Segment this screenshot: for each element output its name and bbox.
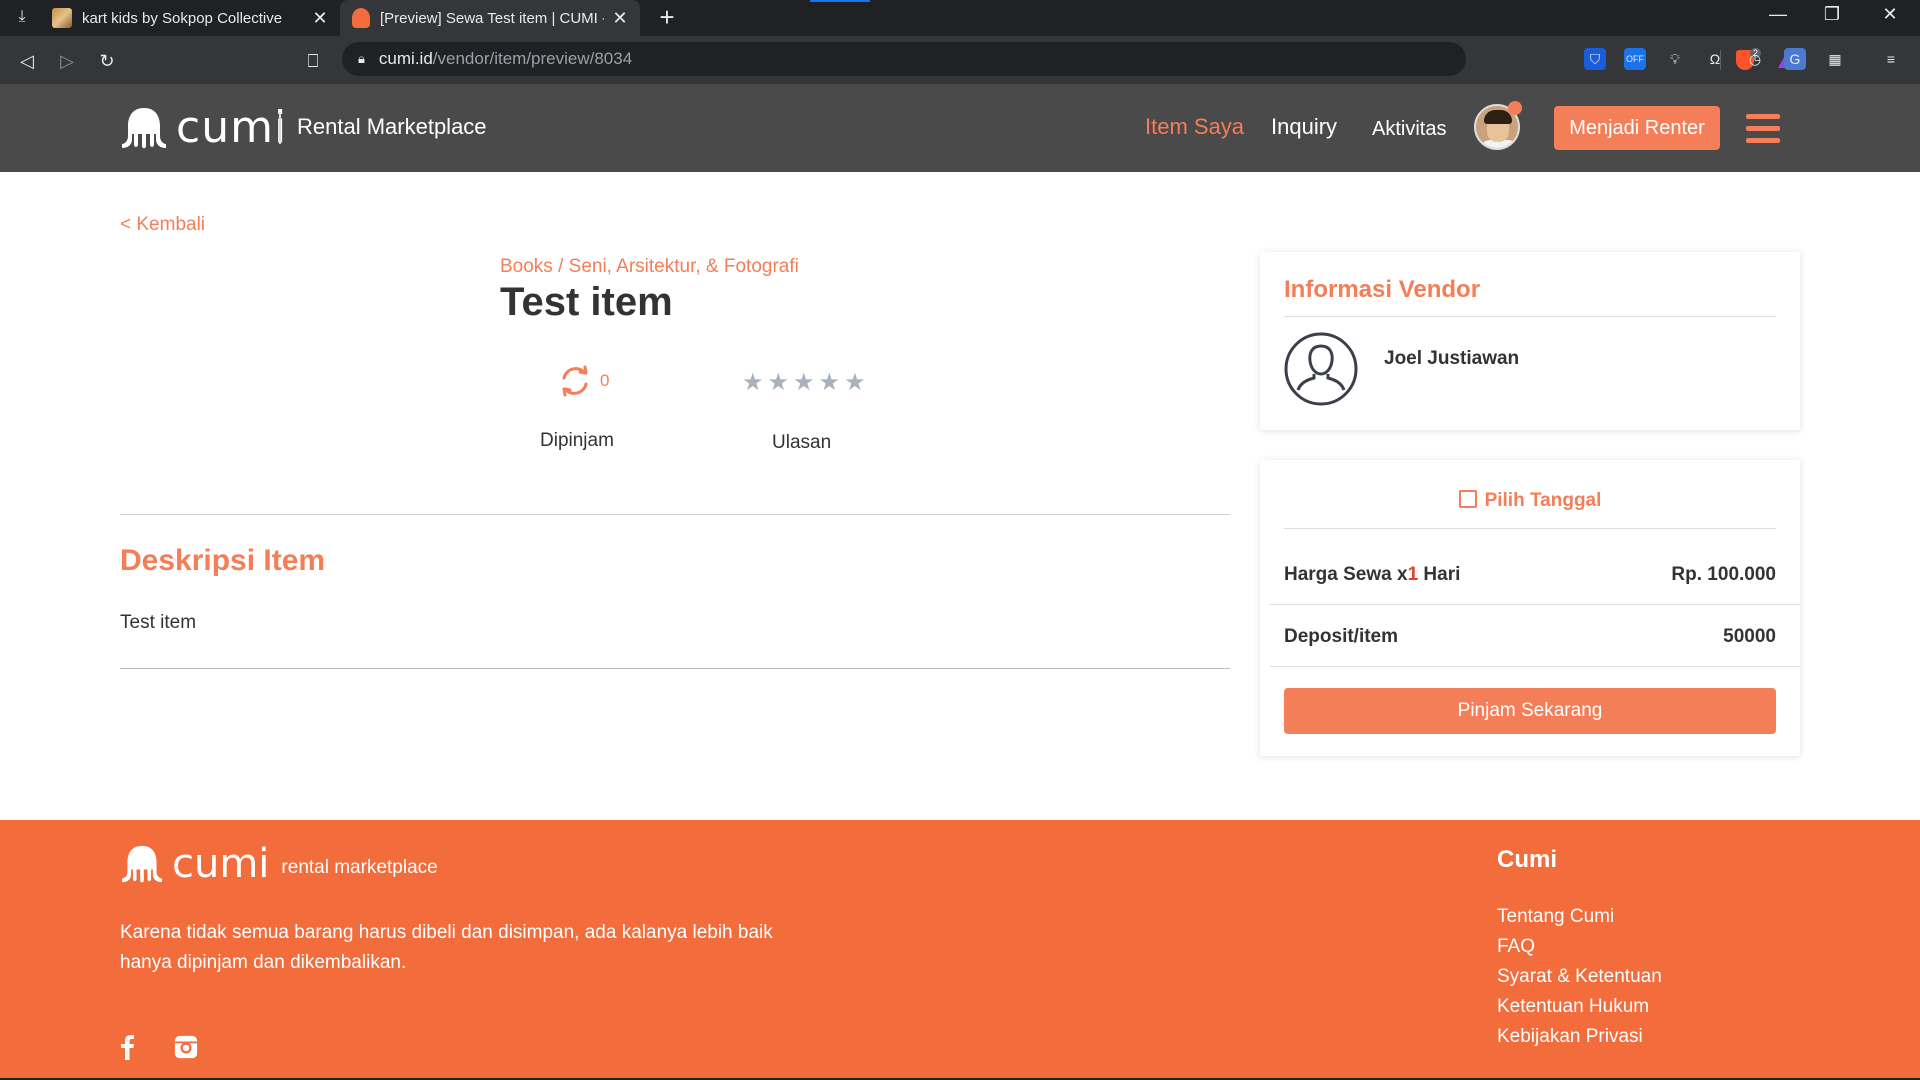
rent-label-prefix: Harga Sewa x (1284, 564, 1408, 585)
footer-description: Karena tidak semua barang harus dibeli d… (120, 922, 773, 973)
divider (1270, 604, 1800, 605)
bitwarden-icon[interactable]: ⛉ (1584, 48, 1606, 70)
nav-item-saya[interactable]: Item Saya (1145, 114, 1244, 140)
octopus-logo-icon (122, 108, 166, 149)
divider (1270, 666, 1800, 667)
footer-tagline: rental marketplace (281, 857, 438, 878)
window-close-icon[interactable]: ✕ (1870, 4, 1910, 25)
nav-inquiry[interactable]: Inquiry (1271, 114, 1337, 140)
address-bar[interactable]: 🔒︎ cumi.id/vendor/item/preview/8034 2 (342, 42, 1798, 76)
octopus-logo-icon (122, 845, 162, 883)
url-host: cumi.id (378, 49, 433, 68)
minimize-icon[interactable]: — (1758, 4, 1798, 25)
rating-stars: ★ ★ ★ ★ ★ (742, 368, 866, 397)
calculator-icon[interactable]: ▦ (1824, 48, 1846, 70)
lock-icon: 🔒︎ (358, 51, 365, 66)
restore-icon[interactable]: ❐ (1812, 4, 1852, 25)
omega-icon[interactable]: Ω (1704, 48, 1726, 70)
footer-column-title: Cumi (1497, 846, 1557, 873)
footer-link-tentang[interactable]: Tentang Cumi (1497, 906, 1614, 928)
tab-close-icon[interactable]: ✕ (612, 8, 628, 29)
star-icon: ★ (844, 369, 866, 396)
browser-menu-icon[interactable]: ≡ (1880, 48, 1902, 70)
tab-title: kart kids by Sokpop Collective (82, 9, 283, 27)
header-subtitle: Rental Marketplace (297, 114, 487, 139)
deposit-value: 50000 (1723, 626, 1776, 647)
borrow-count: 0 (600, 371, 610, 390)
new-tab-icon[interactable]: + (652, 2, 682, 33)
off-badge-icon[interactable]: OFF (1624, 48, 1646, 70)
browser-tab-active[interactable]: [Preview] Sewa Test item | CUMI - R ✕ (340, 0, 640, 36)
footer-link-privasi[interactable]: Kebijakan Privasi (1497, 1026, 1643, 1048)
cumi-logo[interactable]: cumi (120, 106, 287, 150)
star-icon: ★ (793, 369, 815, 396)
user-placeholder-icon[interactable] (1284, 332, 1358, 406)
nav-aktivitas[interactable]: Aktivitas (1372, 118, 1446, 141)
borrow-label: Dipinjam (540, 430, 614, 451)
browser-tab[interactable]: kart kids by Sokpop Collective ✕ (40, 0, 340, 36)
pricing-card: Pilih Tanggal Harga Sewa x1 Hari Rp. 100… (1260, 460, 1800, 756)
rent-label-suffix: Hari (1418, 564, 1461, 585)
footer-link-syarat[interactable]: Syarat & Ketentuan (1497, 966, 1662, 988)
notification-dot (1508, 101, 1522, 115)
forward-icon[interactable]: ▷ (54, 48, 80, 74)
vendor-name[interactable]: Joel Justiawan (1384, 348, 1519, 370)
breadcrumb[interactable]: Books / Seni, Arsitektur, & Fotografi (500, 256, 799, 278)
divider (120, 514, 1230, 515)
reload-icon[interactable]: ↻ (94, 48, 120, 74)
rent-days: 1 (1407, 564, 1419, 585)
deposit-label: Deposit/item (1284, 626, 1399, 647)
hamburger-menu-icon[interactable] (1746, 114, 1780, 144)
back-icon[interactable]: ◁ (14, 48, 40, 74)
become-renter-button[interactable]: Menjadi Renter (1554, 106, 1720, 150)
star-icon: ★ (767, 369, 790, 396)
footer-link-faq[interactable]: FAQ (1497, 936, 1535, 958)
review-label: Ulasan (772, 432, 832, 453)
footer-logo[interactable]: cumi rental marketplace (120, 844, 438, 884)
bookmark-icon[interactable]: ⎕ (300, 48, 326, 74)
vendor-card: Informasi Vendor Joel Justiawan (1260, 252, 1800, 430)
tab-close-icon[interactable]: ✕ (312, 8, 328, 29)
page-title: Test item (500, 280, 673, 324)
browser-tab-bar: ⤓ kart kids by Sokpop Collective ✕ [Prev… (0, 0, 1920, 36)
divider (1284, 316, 1776, 317)
footer-link-hukum[interactable]: Ketentuan Hukum (1497, 996, 1649, 1018)
url-text: cumi.id/vendor/item/preview/8034 (379, 49, 632, 69)
brand-wordmark: cumi (176, 102, 288, 153)
back-link[interactable]: < Kembali (120, 214, 205, 236)
rent-price-value: Rp. 100.000 (1671, 564, 1776, 585)
bulb-icon[interactable]: 💡︎ (1664, 48, 1686, 70)
browser-toolbar: ◁ ▷ ↻ ⎕ 🔒︎ cumi.id/vendor/item/preview/8… (0, 36, 1920, 84)
download-icon[interactable]: ⤓ (12, 8, 32, 28)
tab-favicon-icon (352, 8, 370, 28)
clock-icon[interactable]: ◷ (1744, 48, 1766, 70)
pick-date-button[interactable]: Pilih Tanggal (1260, 490, 1800, 512)
facebook-icon[interactable] (116, 1034, 140, 1060)
tab-title: [Preview] Sewa Test item | CUMI - R (380, 9, 604, 27)
divider (1284, 528, 1776, 529)
pick-date-label: Pilih Tanggal (1484, 490, 1602, 511)
site-header: cumi Rental Marketplace Item Saya Inquir… (0, 84, 1920, 172)
description-title: Deskripsi Item (120, 544, 326, 577)
url-path: /vendor/item/preview/8034 (432, 49, 633, 68)
star-icon: ★ (818, 369, 841, 396)
header-divider (279, 112, 281, 144)
translate-icon[interactable]: G (1784, 48, 1806, 70)
site-footer: cumi rental marketplace Karena tidak sem… (0, 820, 1920, 1080)
star-icon: ★ (742, 369, 764, 396)
vendor-card-title: Informasi Vendor (1284, 276, 1481, 303)
instagram-icon[interactable] (174, 1034, 198, 1060)
footer-brand-wordmark: cumi (172, 841, 270, 887)
divider (120, 668, 1230, 669)
tab-strip-indicator (810, 0, 870, 2)
calendar-icon (1458, 490, 1477, 508)
description-text: Test item (120, 612, 197, 633)
rent-price-label: Harga Sewa x1 Hari (1284, 564, 1460, 586)
refresh-icon (562, 365, 588, 397)
tab-favicon-icon (52, 8, 72, 28)
borrow-now-button[interactable]: Pinjam Sekarang (1284, 688, 1776, 734)
